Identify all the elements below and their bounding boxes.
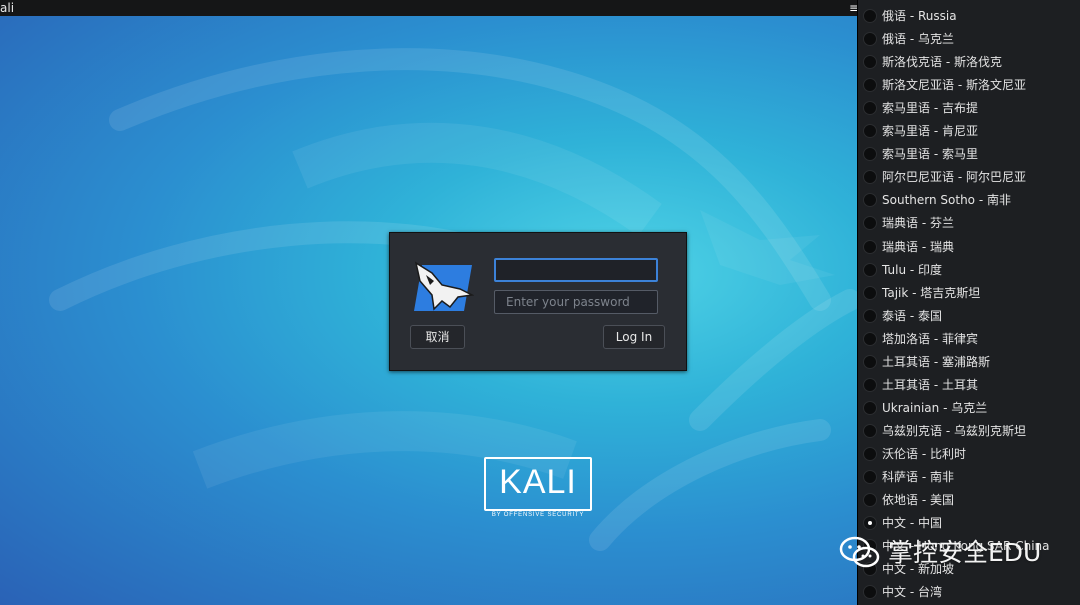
language-item[interactable]: 索马里语 - 肯尼亚 xyxy=(858,120,1080,143)
language-item[interactable]: Tulu - 印度 xyxy=(858,259,1080,282)
language-label: 塔加洛语 - 菲律宾 xyxy=(882,331,978,346)
language-item[interactable]: 俄语 - Russia xyxy=(858,5,1080,28)
radio-button[interactable] xyxy=(863,585,877,600)
language-item[interactable]: 依地语 - 美国 xyxy=(858,489,1080,512)
language-item[interactable]: 斯洛伐克语 - 斯洛伐克 xyxy=(858,51,1080,74)
language-label: Tulu - 印度 xyxy=(882,262,943,277)
radio-button[interactable] xyxy=(863,239,877,254)
radio-button[interactable] xyxy=(863,285,877,300)
kali-brand-logo: KALI BY OFFENSIVE SECURITY xyxy=(484,457,592,523)
login-dialog: 取消 Log In xyxy=(389,232,687,371)
language-label: 乌兹别克语 - 乌兹别克斯坦 xyxy=(882,423,1026,438)
radio-button[interactable] xyxy=(863,32,877,47)
radio-button[interactable] xyxy=(863,470,877,484)
language-item[interactable]: 瑞典语 - 瑞典 xyxy=(858,236,1080,259)
radio-button[interactable] xyxy=(863,147,877,162)
language-item[interactable]: 土耳其语 - 塞浦路斯 xyxy=(858,351,1080,374)
watermark: 掌控安全EDU xyxy=(836,531,1076,575)
language-label: 斯洛文尼亚语 - 斯洛文尼亚 xyxy=(882,78,1026,93)
language-item[interactable]: 索马里语 - 索马里 xyxy=(858,143,1080,166)
language-label: 瑞典语 - 瑞典 xyxy=(882,239,954,254)
language-label: 沃伦语 - 比利时 xyxy=(882,446,966,461)
radio-button[interactable] xyxy=(863,262,877,277)
language-label: 瑞典语 - 芬兰 xyxy=(882,216,954,231)
cancel-button[interactable]: 取消 xyxy=(410,325,465,349)
language-menu: 俄语 - Russia 俄语 - 乌克兰斯洛伐克语 - 斯洛伐克斯洛文尼亚语 - … xyxy=(857,0,1080,605)
language-item[interactable]: 瑞典语 - 芬兰 xyxy=(858,212,1080,235)
radio-button[interactable] xyxy=(863,516,877,531)
radio-button[interactable] xyxy=(863,493,877,508)
radio-button[interactable] xyxy=(863,308,877,323)
language-label: 依地语 - 美国 xyxy=(882,493,954,508)
kali-dragon-logo-icon xyxy=(414,261,474,311)
radio-button[interactable] xyxy=(863,78,877,93)
language-label: Tajik - 塔吉克斯坦 xyxy=(882,285,981,300)
log-in-button[interactable]: Log In xyxy=(603,325,665,349)
language-label: 俄语 - 乌克兰 xyxy=(882,32,954,47)
language-item[interactable]: Tajik - 塔吉克斯坦 xyxy=(858,282,1080,305)
radio-button[interactable] xyxy=(863,400,877,415)
radio-button[interactable] xyxy=(863,101,877,116)
radio-button[interactable] xyxy=(863,9,877,23)
language-item[interactable]: Southern Sotho - 南非 xyxy=(858,189,1080,212)
language-item[interactable]: 沃伦语 - 比利时 xyxy=(858,443,1080,466)
language-item[interactable]: 斯洛文尼亚语 - 斯洛文尼亚 xyxy=(858,74,1080,97)
language-item[interactable]: 中文 - 台湾 xyxy=(858,581,1080,604)
language-label: 中文 - 台湾 xyxy=(882,585,942,600)
language-item[interactable]: 土耳其语 - 土耳其 xyxy=(858,374,1080,397)
language-label: 索马里语 - 肯尼亚 xyxy=(882,124,978,139)
language-label: 科萨语 - 南非 xyxy=(882,470,954,484)
language-label: Southern Sotho - 南非 xyxy=(882,193,1011,208)
username-field[interactable] xyxy=(494,258,658,282)
password-field[interactable] xyxy=(494,290,658,314)
language-label: 泰语 - 泰国 xyxy=(882,308,942,323)
language-label: 索马里语 - 索马里 xyxy=(882,147,978,162)
language-label: 斯洛伐克语 - 斯洛伐克 xyxy=(882,55,1002,70)
language-label: 阿尔巴尼亚语 - 阿尔巴尼亚 xyxy=(882,170,1026,185)
language-label: 土耳其语 - 塞浦路斯 xyxy=(882,354,990,369)
radio-button[interactable] xyxy=(863,55,877,70)
radio-button[interactable] xyxy=(863,331,877,346)
brand-tagline: BY OFFENSIVE SECURITY xyxy=(491,512,585,518)
radio-button[interactable] xyxy=(863,354,877,369)
radio-button[interactable] xyxy=(863,423,877,438)
brand-name: KALI xyxy=(499,463,577,501)
radio-button[interactable] xyxy=(863,193,877,208)
language-item[interactable]: 俄语 - 乌克兰 xyxy=(858,28,1080,51)
wechat-icon xyxy=(839,536,880,568)
radio-button[interactable] xyxy=(863,170,877,185)
radio-button[interactable] xyxy=(863,446,877,461)
language-label: 土耳其语 - 土耳其 xyxy=(882,377,978,392)
radio-button[interactable] xyxy=(863,377,877,392)
language-label: Ukrainian - 乌克兰 xyxy=(882,400,988,415)
radio-button[interactable] xyxy=(863,216,877,231)
language-label: 俄语 - Russia xyxy=(882,9,957,23)
language-item[interactable]: 泰语 - 泰国 xyxy=(858,305,1080,328)
watermark-text: 掌控安全EDU xyxy=(888,538,1042,567)
language-item[interactable]: 索马里语 - 吉布提 xyxy=(858,97,1080,120)
language-item[interactable]: Ukrainian - 乌克兰 xyxy=(858,397,1080,420)
radio-button[interactable] xyxy=(863,124,877,139)
language-item[interactable]: 乌兹别克语 - 乌兹别克斯坦 xyxy=(858,420,1080,443)
language-item[interactable]: 科萨语 - 南非 xyxy=(858,466,1080,489)
language-item[interactable]: 阿尔巴尼亚语 - 阿尔巴尼亚 xyxy=(858,166,1080,189)
language-label: 中文 - 中国 xyxy=(882,516,942,531)
language-item[interactable]: 塔加洛语 - 菲律宾 xyxy=(858,328,1080,351)
language-label: 索马里语 - 吉布提 xyxy=(882,101,978,116)
